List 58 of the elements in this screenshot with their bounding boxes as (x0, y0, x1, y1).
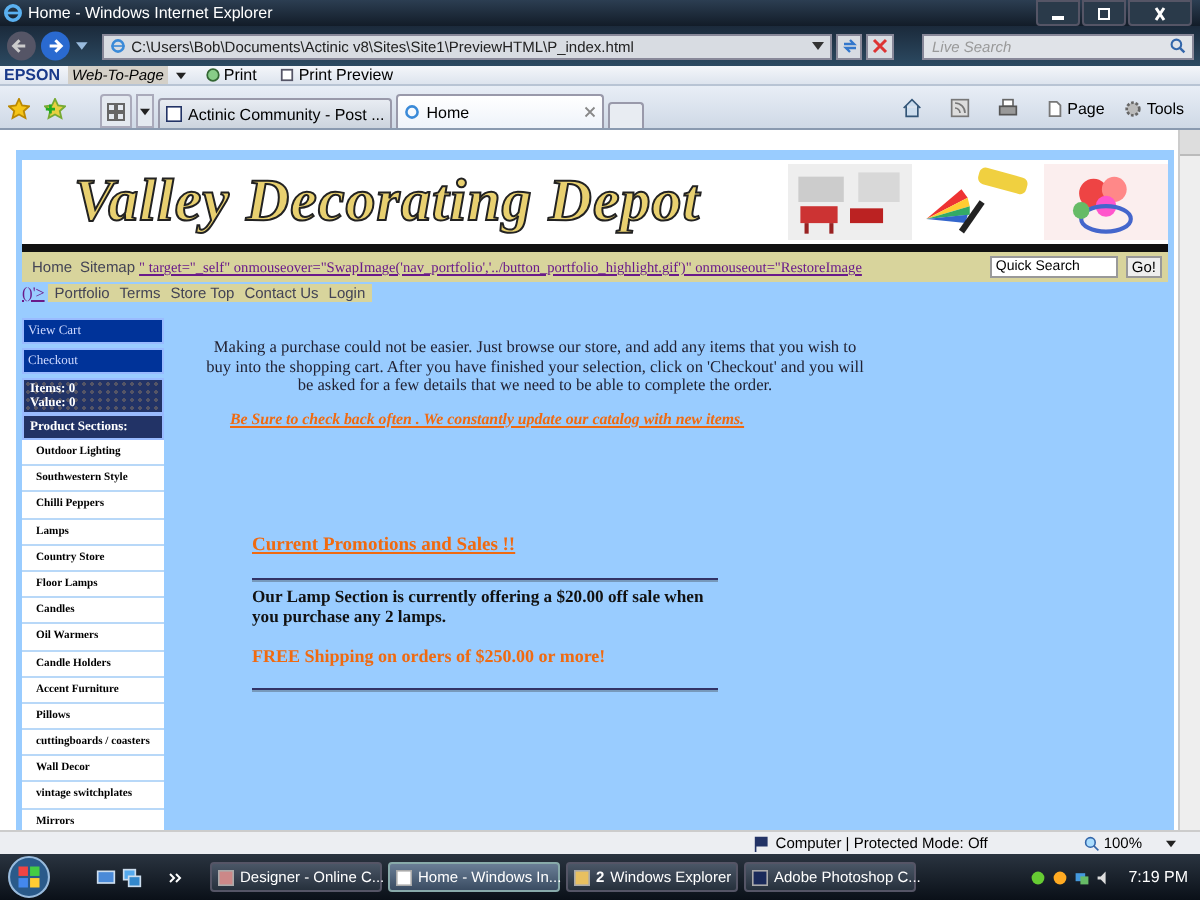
home-icon[interactable] (901, 98, 922, 118)
search-icon[interactable] (1170, 38, 1187, 54)
clock: 7:19 PM (1128, 868, 1188, 886)
browser-tab[interactable]: Home (396, 94, 605, 128)
feed-icon[interactable] (949, 98, 970, 118)
app-icon (396, 869, 412, 885)
site-icon (166, 106, 182, 122)
stop-button[interactable] (866, 33, 895, 59)
browser-icon (404, 104, 421, 120)
star-icon[interactable] (8, 98, 30, 120)
app-icon (218, 869, 234, 885)
dropdown-icon (140, 107, 150, 115)
broken-link[interactable]: ()'> (22, 284, 45, 302)
browser-icon (109, 38, 126, 54)
quick-tabs-button[interactable] (100, 94, 132, 128)
promotion-text: FREE Shipping on orders of $250.00 or more! (252, 645, 608, 665)
print-preview-button[interactable]: Print Preview (280, 66, 393, 84)
cross-icon (870, 36, 891, 56)
dropdown-icon[interactable] (811, 42, 824, 50)
zoom-icon (1083, 835, 1100, 851)
forward-button[interactable] (40, 30, 72, 62)
close-icon (1150, 5, 1170, 21)
refresh-icon (839, 36, 860, 56)
start-button[interactable] (8, 856, 50, 898)
maximize-icon (1094, 5, 1114, 21)
flag-icon (753, 835, 770, 851)
brand-label: EPSON (4, 66, 61, 84)
chevron-icon[interactable] (168, 871, 184, 883)
gear-icon (1124, 100, 1143, 118)
page-icon (280, 68, 295, 82)
desktop-icon[interactable] (96, 867, 116, 887)
scrollbar[interactable] (1178, 130, 1200, 830)
intro-paragraph: Making a purchase could not be easier. Just browse our store, and add any items that you wish to buy into the shopping cart. After you have finished your selection, click on 'Checkout' and you will be asked for a few details that we need to be able to complete the order. (204, 338, 866, 395)
dropdown-icon[interactable] (1166, 839, 1176, 847)
promotion-text: Our Lamp Section is currently offering a $20.00 off sale when you purchase any 2 lamps. (252, 585, 706, 625)
maximize-button[interactable] (1082, 0, 1126, 26)
refresh-button[interactable] (835, 33, 863, 59)
page-menu[interactable]: Page (1045, 100, 1105, 118)
site-logo: Valley Decorating Depot (74, 168, 701, 236)
minimize-button[interactable] (1036, 0, 1080, 26)
app-icon (752, 869, 768, 885)
print-button[interactable]: Print (205, 66, 257, 84)
tab-list-button[interactable] (136, 94, 154, 128)
dropdown-icon[interactable] (75, 42, 88, 50)
grid-icon (106, 101, 126, 121)
page-icon (1045, 100, 1064, 118)
app-icon (574, 869, 590, 885)
browser-tab[interactable]: Actinic Community - Post ... (158, 98, 393, 128)
close-button[interactable] (1128, 0, 1192, 26)
switch-windows-icon[interactable] (122, 867, 142, 887)
window-title: Home - Windows Internet Explorer (28, 4, 273, 22)
back-button[interactable] (6, 30, 37, 62)
printer-icon[interactable] (997, 98, 1018, 118)
tools-menu[interactable]: Tools (1124, 100, 1184, 118)
close-icon[interactable] (584, 106, 597, 118)
network-icon[interactable] (1074, 869, 1091, 885)
dropdown-icon[interactable] (175, 71, 186, 79)
browser-icon (4, 4, 22, 22)
